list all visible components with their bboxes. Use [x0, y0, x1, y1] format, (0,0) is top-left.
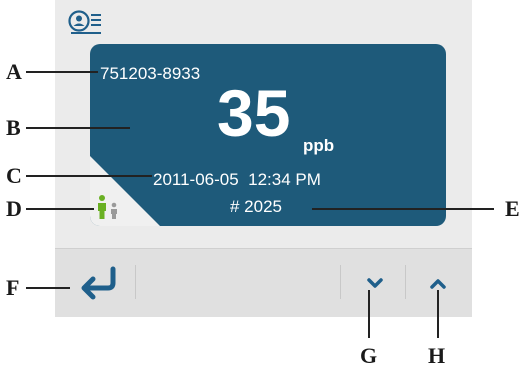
callout-label-g: G	[360, 343, 378, 368]
test-number: # 2025	[230, 197, 282, 216]
callout-line-g	[368, 290, 370, 338]
callout-line-d	[26, 208, 94, 210]
callout-line-b	[26, 127, 130, 129]
callout-label-d: D	[6, 196, 22, 221]
chevron-down-icon[interactable]	[355, 257, 395, 307]
measurement-datetime: 2011-06-05 12:34 PM	[153, 170, 321, 189]
callout-line-c	[26, 175, 152, 177]
adult-child-icon	[98, 195, 117, 219]
back-arrow-icon[interactable]	[73, 257, 123, 307]
measurement-value: 35	[217, 76, 291, 150]
bottom-nav-bar	[55, 248, 472, 317]
callout-line-a	[26, 71, 98, 73]
separator	[135, 265, 136, 299]
callout-label-b: B	[6, 115, 21, 140]
callout-line-h	[437, 290, 439, 338]
profile-list-icon[interactable]	[68, 10, 104, 36]
callout-label-a: A	[6, 59, 22, 84]
result-card: 751203-8933 35 ppb 2011-06-05 12:34 PM #…	[90, 44, 446, 226]
callout-label-f: F	[6, 275, 20, 300]
callout-line-e	[312, 208, 494, 210]
callout-line-f	[26, 287, 70, 289]
callout-label-h: H	[428, 343, 446, 368]
callout-label-e: E	[505, 196, 520, 221]
measurement-unit: ppb	[303, 136, 335, 155]
separator	[340, 265, 341, 299]
callout-label-c: C	[6, 163, 22, 188]
patient-id: 751203-8933	[100, 64, 201, 83]
separator	[405, 265, 406, 299]
